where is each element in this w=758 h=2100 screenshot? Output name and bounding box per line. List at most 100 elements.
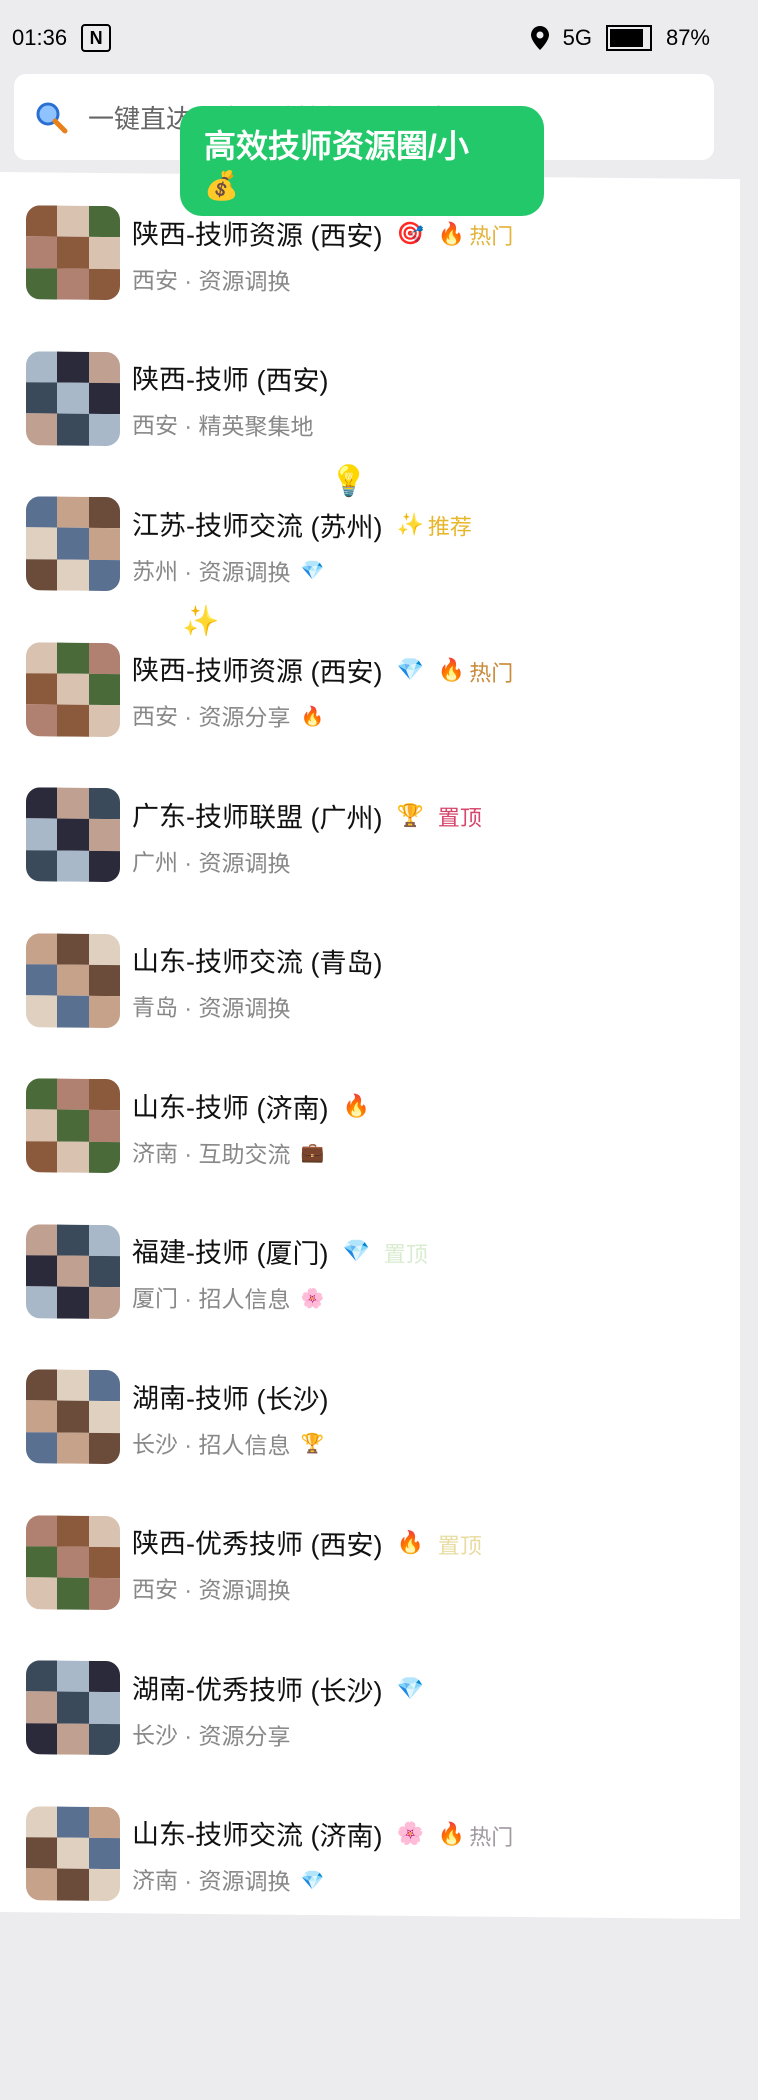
avatar-tile (26, 496, 58, 528)
avatar-tile (88, 559, 120, 592)
status-badge: 置顶 (438, 1528, 482, 1560)
list-item[interactable]: 陕西-技师资源 (西安) 💎 🔥 热门 西安 · 资源分享 🔥 (26, 617, 726, 768)
avatar-tile (88, 1141, 120, 1174)
list-item-subtitle-line: 苏州 · 资源调换 💎 (132, 552, 472, 589)
avatar-tile (88, 1869, 120, 1901)
avatar-tile (26, 1223, 58, 1256)
battery-percent: 87% (665, 25, 710, 50)
avatar-tile (57, 1255, 89, 1288)
avatar-tile (57, 1078, 89, 1111)
badge-label: 热门 (469, 1824, 514, 1850)
avatar-tile (57, 673, 89, 706)
avatar-tile (26, 350, 58, 383)
status-right: 5G 87% (530, 25, 710, 51)
avatar-tile (88, 351, 120, 383)
list-item-text: 陕西-优秀技师 (西安) 🔥 置顶 西安 · 资源调换 (132, 1521, 482, 1607)
avatar-tile (88, 819, 120, 851)
promo-banner[interactable]: 高效技师资源圈/小 💰 (180, 106, 544, 216)
title-emoji-icon: 🔥 (396, 1530, 424, 1557)
badge-icon: 🔥 (437, 221, 466, 247)
avatar-tile (88, 268, 120, 301)
status-badge: 置顶 (384, 1236, 428, 1268)
group-avatar (26, 1369, 120, 1465)
list-item[interactable]: 广东-技师联盟 (广州) 🏆 置顶 广州 · 资源调换 (26, 762, 726, 913)
badge-label: 置顶 (383, 1241, 428, 1267)
avatar-tile (57, 1806, 89, 1838)
avatar-tile (88, 996, 120, 1028)
avatar-tile (57, 1286, 89, 1319)
avatar-tile (26, 1514, 58, 1547)
avatar-tile (57, 933, 89, 965)
list-item[interactable]: 福建-技师 (厦门) 💎 置顶 厦门 · 招人信息 🌸 (26, 1199, 726, 1350)
avatar-tile (57, 642, 89, 674)
avatar-tile (57, 1691, 89, 1724)
list-item[interactable]: 山东-技师交流 (青岛) 青岛 · 资源调换 (26, 908, 726, 1059)
avatar-tile (26, 1546, 58, 1578)
avatar-tile (26, 849, 58, 882)
list-item-title: 陕西-优秀技师 (西安) (132, 1528, 383, 1561)
avatar-tile (57, 496, 89, 529)
list-item[interactable]: 江苏-技师交流 (苏州) ✨ 推荐 苏州 · 资源调换 💎 (26, 471, 726, 622)
list-item-subtitle-line: 西安 · 资源分享 🔥 (132, 697, 513, 735)
avatar-tile (26, 1660, 58, 1692)
status-badge: 🔥 热门 (438, 1819, 513, 1852)
list-item[interactable]: 陕西-技师 (西安) 西安 · 精英聚集地 (26, 326, 726, 477)
money-bag-icon: 💰 (204, 169, 239, 202)
list-item[interactable]: 陕西-优秀技师 (西安) 🔥 置顶 西安 · 资源调换 (26, 1490, 726, 1641)
avatar-tile (57, 1432, 89, 1464)
list-item-text: 广东-技师联盟 (广州) 🏆 置顶 广州 · 资源调换 (132, 794, 482, 880)
battery-fill (609, 29, 643, 47)
list-item-subtitle-line: 西安 · 资源调换 (132, 261, 513, 299)
avatar-tile (57, 818, 89, 851)
sparkle-icon: ✨ (182, 605, 220, 638)
title-emoji-icon: 🌸 (396, 1821, 424, 1848)
avatar-tile (88, 1806, 120, 1838)
avatar-tile (26, 818, 58, 851)
status-badge: 置顶 (438, 800, 482, 832)
list-item-text: 山东-技师 (济南) 🔥 济南 · 互助交流 💼 (132, 1085, 370, 1170)
avatar-tile (57, 205, 89, 238)
avatar-tile (26, 1431, 58, 1464)
list-item-subtitle: 济南 · 资源调换 (132, 1867, 291, 1895)
avatar-tile (26, 1286, 58, 1319)
badge-label: 推荐 (427, 514, 472, 540)
avatar-tile (57, 704, 89, 737)
location-pin-icon (530, 26, 549, 50)
list-item-title: 湖南-技师 (长沙) (132, 1382, 329, 1415)
list-item[interactable]: 湖南-技师 (长沙) 长沙 · 招人信息 🏆 (26, 1344, 726, 1495)
list-item[interactable]: 山东-技师交流 (济南) 🌸 🔥 热门 济南 · 资源调换 💎 (26, 1781, 726, 1932)
avatar-tile (88, 496, 120, 529)
list-item-title-line: 陕西-优秀技师 (西安) 🔥 置顶 (132, 1521, 482, 1563)
avatar-tile (57, 1660, 89, 1693)
avatar-tile (57, 351, 89, 383)
list-item-subtitle: 西安 · 精英聚集地 (132, 412, 314, 441)
status-badge: ✨ 推荐 (396, 509, 471, 542)
avatar-tile (26, 1691, 58, 1724)
avatar-tile (88, 1255, 120, 1288)
list-item-title: 福建-技师 (厦门) (132, 1237, 329, 1270)
search-icon[interactable] (34, 100, 68, 134)
list-item-subtitle: 苏州 · 资源调换 (132, 557, 291, 586)
avatar-tile (88, 528, 120, 560)
avatar-tile (26, 641, 58, 674)
list-item[interactable]: 湖南-优秀技师 (长沙) 💎 长沙 · 资源分享 (26, 1635, 726, 1786)
list-item[interactable]: 山东-技师 (济南) 🔥 济南 · 互助交流 💼 (26, 1053, 726, 1204)
list-item-subtitle-line: 济南 · 互助交流 💼 (132, 1134, 370, 1170)
avatar-tile (57, 268, 89, 300)
list-item-title-line: 福建-技师 (厦门) 💎 置顶 (132, 1230, 428, 1272)
badge-icon: ✨ (396, 512, 424, 538)
avatar-tile (88, 705, 120, 737)
list-item-title-line: 山东-技师交流 (青岛) (132, 939, 382, 980)
badge-label: 置顶 (437, 805, 482, 831)
lightbulb-icon: 💡 (330, 465, 368, 498)
avatar-tile (88, 933, 120, 965)
avatar-tile (88, 1660, 120, 1693)
avatar-tile (26, 1837, 58, 1869)
list-item-title-line: 山东-技师交流 (济南) 🌸 🔥 热门 (132, 1812, 513, 1855)
title-emoji-icon: 💎 (396, 1676, 424, 1702)
badge-label: 置顶 (437, 1532, 482, 1559)
group-avatar (26, 1660, 120, 1756)
subtitle-emoji-icon: 🔥 (300, 705, 325, 728)
avatar-tile (57, 559, 89, 591)
avatar-tile (26, 1577, 58, 1610)
